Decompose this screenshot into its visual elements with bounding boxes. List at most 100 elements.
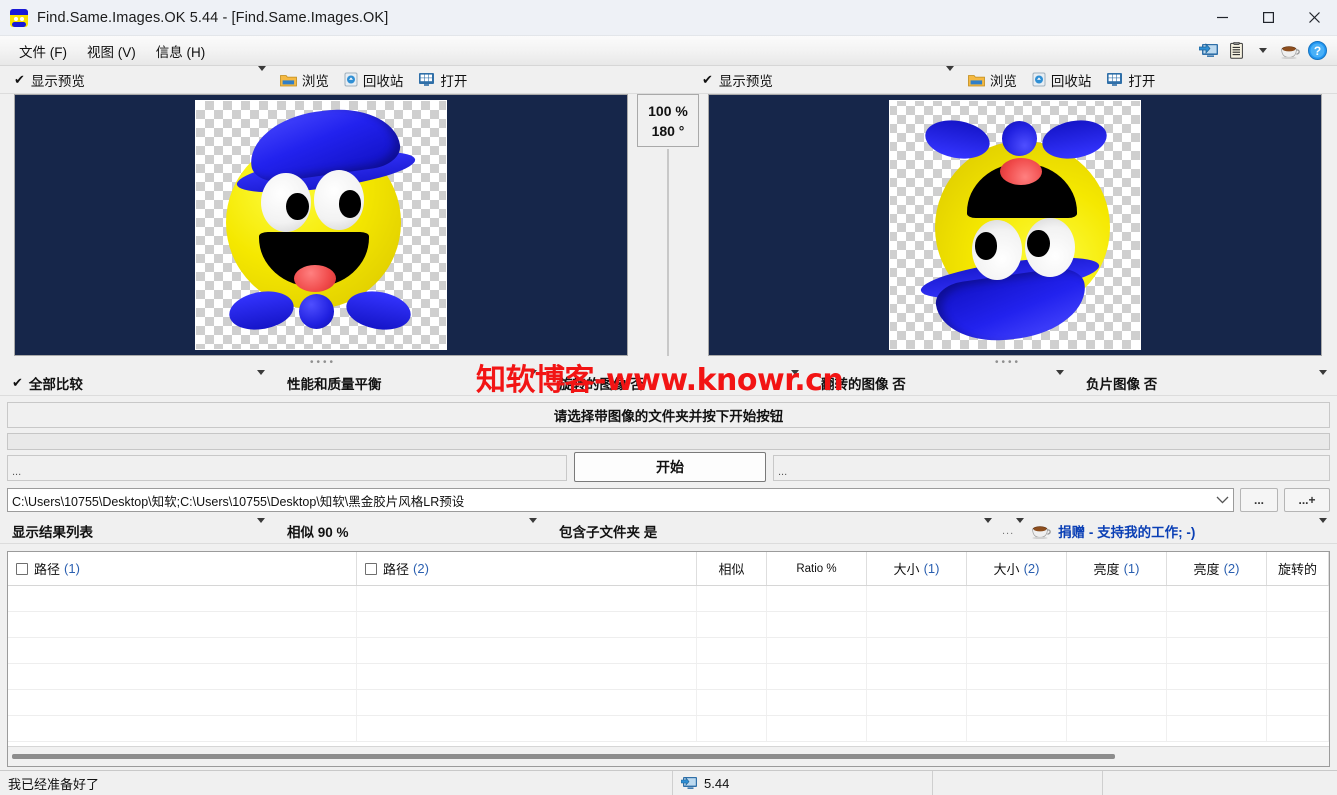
table-body[interactable] (8, 586, 1329, 746)
column-path-2[interactable]: 路径 (2) (357, 552, 697, 585)
preview-image-right (889, 100, 1141, 350)
splitter-handles: •••• •••• (0, 356, 1337, 370)
show-preview-check-right[interactable]: ✔ (688, 72, 719, 88)
window-title: Find.Same.Images.OK 5.44 - [Find.Same.Im… (37, 9, 389, 26)
chevron-down-icon[interactable] (529, 370, 537, 390)
preview-toolbar-left: ✔ 显示预览 浏览 回收站 打开 (0, 65, 688, 94)
chevron-down-icon[interactable] (257, 370, 265, 390)
application-window: Find.Same.Images.OK 5.44 - [Find.Same.Im… (0, 0, 1337, 795)
option-compare-all-label: 全部比较 (28, 376, 83, 392)
close-button[interactable] (1291, 0, 1337, 36)
show-preview-label-left[interactable]: 显示预览 (31, 70, 85, 90)
start-row: ... 开始 ... (7, 452, 1330, 482)
column-ratio[interactable]: Ratio % (767, 552, 867, 585)
donate-chevron-down-icon[interactable] (1319, 518, 1327, 538)
option-compare-all[interactable]: ✔ 全部比较 (0, 370, 275, 396)
option-negative-images[interactable]: 负片图像 否 (1074, 370, 1337, 396)
column-path-1-suffix: (1) (64, 561, 80, 576)
status-message: 我已经准备好了 (8, 776, 100, 792)
table-row[interactable] (8, 586, 1329, 612)
column-path-1[interactable]: 路径 (1) (8, 552, 357, 585)
table-row[interactable] (8, 716, 1329, 742)
show-preview-dropdown-right[interactable] (945, 65, 954, 89)
start-button[interactable]: 开始 (574, 452, 766, 482)
maximize-button[interactable] (1245, 0, 1291, 36)
path-dropdown-chevron-icon[interactable] (1210, 493, 1229, 507)
splitter-handle-right[interactable]: •••• (995, 358, 1021, 368)
monitor-screenshot-icon[interactable] (1198, 40, 1220, 62)
menu-file[interactable]: 文件 (F) (9, 37, 77, 65)
preview-toolbars: ✔ 显示预览 浏览 回收站 打开 ✔ 显示预览 浏览 回收站 打开 (0, 65, 1337, 94)
option-rotated-images[interactable]: 旋转的图像 否 (547, 370, 809, 396)
browse-button-right[interactable]: 浏览 (968, 70, 1017, 90)
menu-view[interactable]: 视图 (V) (77, 37, 146, 65)
chevron-down-icon[interactable] (1252, 40, 1274, 62)
svg-text:?: ? (1313, 44, 1320, 58)
chevron-down-icon[interactable] (1319, 370, 1327, 390)
chevron-down-icon[interactable] (791, 370, 799, 390)
filter-similarity[interactable]: 相似 90 % (275, 518, 547, 544)
horizontal-scrollbar[interactable] (8, 746, 1329, 766)
path-input[interactable]: C:\Users\10755\Desktop\知软;C:\Users\10755… (7, 488, 1234, 512)
overflow-chevron-down-icon[interactable] (1016, 518, 1025, 538)
option-flipped-images[interactable]: 翻转的图像 否 (809, 370, 1074, 396)
table-row[interactable] (8, 638, 1329, 664)
column-size-2[interactable]: 大小 (2) (967, 552, 1067, 585)
open-button-left[interactable]: 打开 (418, 70, 467, 90)
donate-section[interactable]: ... 捐赠 - 支持我的工作; -) (1002, 518, 1337, 544)
column-rotated[interactable]: 旋转的 (1267, 552, 1329, 585)
minimize-button[interactable] (1199, 0, 1245, 36)
menu-info[interactable]: 信息 (H) (146, 37, 216, 65)
select-all-checkbox-2[interactable] (365, 562, 377, 575)
show-preview-check-left[interactable]: ✔ (0, 72, 31, 88)
option-rotated-images-label: 旋转的图像 否 (559, 376, 644, 392)
column-brightness-1[interactable]: 亮度 (1) (1067, 552, 1167, 585)
open-button-right[interactable]: 打开 (1106, 70, 1155, 90)
browse-button-left[interactable]: 浏览 (280, 70, 329, 90)
chevron-down-icon[interactable] (257, 518, 265, 538)
clipboard-list-icon[interactable] (1225, 40, 1247, 62)
column-size-1-suffix: (1) (923, 561, 940, 576)
recycle-button-right[interactable]: 回收站 (1032, 70, 1091, 90)
table-row[interactable] (8, 664, 1329, 690)
column-similarity[interactable]: 相似 (697, 552, 767, 585)
show-preview-dropdown-left[interactable] (257, 65, 266, 89)
recycle-button-left[interactable]: 回收站 (344, 70, 403, 90)
path-add-button[interactable]: ...+ (1284, 488, 1330, 512)
coffee-cup-icon[interactable] (1279, 40, 1301, 62)
table-row[interactable] (8, 612, 1329, 638)
chevron-down-icon[interactable] (984, 518, 992, 538)
table-header-row: 路径 (1) 路径 (2) 相似 Ratio % 大小 (1) 大小 (2) 亮… (8, 552, 1329, 586)
chevron-down-icon[interactable] (1056, 370, 1064, 390)
overflow-ellipsis[interactable]: ... (1002, 525, 1014, 537)
column-path-2-suffix: (2) (413, 561, 429, 576)
scrollbar-thumb[interactable] (12, 754, 1115, 759)
coffee-cup-icon (1032, 525, 1051, 539)
chevron-down-icon[interactable] (529, 518, 537, 538)
preview-toolbar-right: ✔ 显示预览 浏览 回收站 打开 (688, 65, 1337, 94)
preview-area: 100 % 180 ° (0, 94, 1337, 356)
splitter-handle-left[interactable]: •••• (310, 358, 336, 368)
filter-row: 显示结果列表 相似 90 % 包含子文件夹 是 ... 捐赠 - 支持我的工作;… (0, 518, 1337, 544)
table-row[interactable] (8, 690, 1329, 716)
browse-label-left: 浏览 (301, 73, 329, 89)
preview-pane-left[interactable] (14, 94, 628, 356)
window-controls (1199, 0, 1337, 36)
show-preview-label-right[interactable]: 显示预览 (719, 70, 773, 90)
column-brightness-2[interactable]: 亮度 (2) (1167, 552, 1267, 585)
filter-include-subfolders[interactable]: 包含子文件夹 是 (547, 518, 1002, 544)
option-performance-quality[interactable]: 性能和质量平衡 (275, 370, 547, 396)
column-ratio-label: Ratio % (796, 562, 837, 575)
column-size-1[interactable]: 大小 (1) (867, 552, 967, 585)
path-browse-button[interactable]: ... (1240, 488, 1278, 512)
select-all-checkbox-1[interactable] (16, 562, 28, 575)
help-question-icon[interactable]: ? (1306, 40, 1328, 62)
preview-pane-right[interactable] (708, 94, 1322, 356)
monitor-open-icon (419, 73, 435, 86)
status-spacer-1 (932, 770, 1102, 795)
app-smiley-icon (10, 8, 28, 27)
path-row: C:\Users\10755\Desktop\知软;C:\Users\10755… (7, 488, 1330, 512)
title-bar: Find.Same.Images.OK 5.44 - [Find.Same.Im… (0, 0, 1337, 36)
filter-show-result-list[interactable]: 显示结果列表 (0, 518, 275, 544)
donate-button[interactable]: 捐赠 - 支持我的工作; -) (1031, 521, 1195, 541)
